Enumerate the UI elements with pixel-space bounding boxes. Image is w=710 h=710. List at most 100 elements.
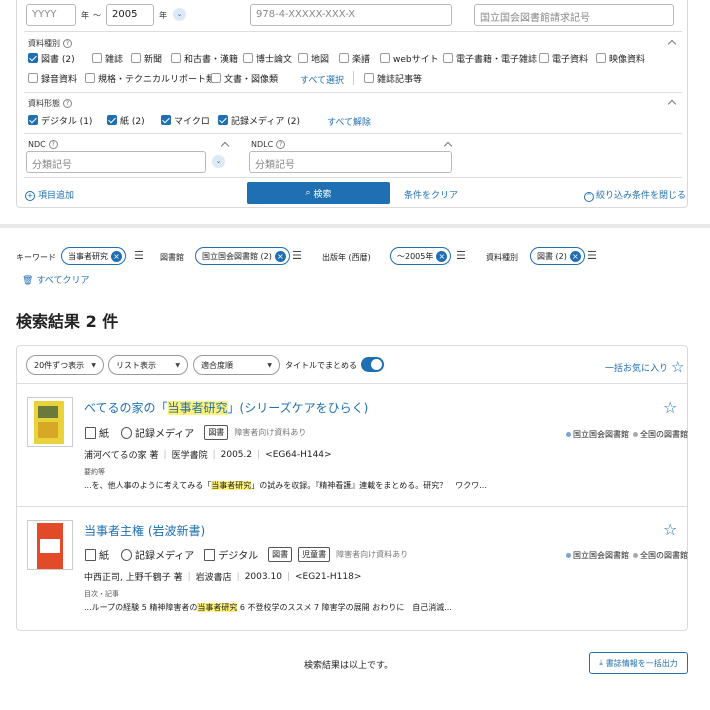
material-type-electronic-checkbox[interactable]: 電子資料 — [539, 52, 588, 65]
type-tag: 図書 — [204, 425, 229, 440]
disc-icon — [121, 548, 132, 561]
end-of-results-message: 検索結果は以上です。 — [304, 661, 394, 671]
snippet-label: 要約等 — [84, 468, 105, 476]
result-snippet: ...を、他人事のように考えてみる「当事者研究」の試みを収録。『精神看護』連載を… — [84, 481, 487, 490]
remove-filter-icon: × — [274, 250, 286, 262]
material-form-digital-checkbox[interactable]: デジタル (1) — [28, 114, 92, 127]
material-type-music-checkbox[interactable]: 楽譜 — [339, 52, 370, 65]
view-mode-select[interactable]: リスト表示 ▼ — [108, 355, 188, 375]
result-title[interactable]: 当事者主権 (岩波新書) — [84, 522, 205, 539]
disc-icon — [121, 426, 132, 439]
year-to-unit: 年 — [159, 11, 167, 20]
material-form-label: 資料形態? — [28, 98, 72, 109]
close-filters-button[interactable]: ^ 絞り込み条件を閉じる — [584, 188, 686, 202]
clear-all-filters-button[interactable]: 🗑 すべてクリア — [22, 273, 89, 286]
ndlc-label: NDLC? — [251, 140, 286, 149]
divider — [17, 383, 687, 384]
ndc-dropdown-icon[interactable]: ⌄ — [212, 155, 225, 168]
material-form-paper-checkbox[interactable]: 紙 (2) — [107, 114, 145, 127]
filter-settings-icon[interactable]: ☰ — [456, 249, 466, 262]
result-bib-row: 浦河べてるの家 著 | 医学書院 | 2005.2 | <EG64-H144> — [84, 449, 332, 462]
divider — [17, 506, 687, 507]
material-type-reports-checkbox[interactable]: 規格・テクニカルリポート類 — [85, 72, 215, 85]
plus-circle-icon: + — [25, 191, 35, 201]
material-type-ebooks-checkbox[interactable]: 電子書籍・電子雑誌 — [443, 52, 537, 65]
help-icon: ? — [63, 39, 72, 48]
material-type-documents-checkbox[interactable]: 文書・図像類 — [211, 72, 278, 85]
material-type-audio-checkbox[interactable]: 録音資料 — [28, 72, 77, 85]
material-type-theses-checkbox[interactable]: 博士論文 — [243, 52, 292, 65]
divider — [24, 133, 682, 134]
book-cover-thumbnail[interactable] — [27, 520, 73, 570]
group-by-title-toggle[interactable] — [361, 357, 384, 372]
type-tag: 図書 — [268, 547, 293, 562]
year-from-unit: 年 — [81, 11, 89, 20]
year-to-input[interactable]: 2005 — [106, 4, 154, 26]
material-form-micro-checkbox[interactable]: マイクロ — [161, 114, 210, 127]
filter-type-label: 資料種別 — [486, 253, 518, 262]
filter-settings-icon[interactable]: ☰ — [134, 249, 144, 262]
snippet-label: 目次・記事 — [84, 590, 119, 598]
help-icon: ? — [276, 140, 286, 149]
material-type-magazines-checkbox[interactable]: 雑誌 — [92, 52, 123, 65]
divider — [24, 31, 682, 32]
book-cover-thumbnail[interactable] — [27, 397, 73, 447]
material-type-video-checkbox[interactable]: 映像資料 — [596, 52, 645, 65]
bookmark-star-icon[interactable]: ☆ — [663, 522, 677, 538]
remove-filter-icon: × — [436, 250, 448, 262]
bookmark-star-icon[interactable]: ☆ — [663, 400, 677, 416]
ndc-input[interactable]: 分類記号 — [26, 151, 206, 173]
star-icon: ☆ — [671, 358, 685, 376]
filter-library-label: 図書館 — [160, 253, 184, 262]
result-snippet: ...ループの経験 5 精神障害者の当事者研究 6 不登校学のススメ 7 障害学… — [84, 603, 452, 612]
filter-library-pill[interactable]: 国立国会図書館 (2) × — [195, 247, 290, 265]
filter-year-label: 出版年 (西暦) — [322, 253, 371, 262]
material-type-articles-checkbox[interactable]: 雑誌記事等 — [364, 72, 422, 85]
per-page-select[interactable]: 20件ずつ表示 ▼ — [26, 355, 104, 375]
type-tag: 児童書 — [298, 547, 331, 562]
select-all-link[interactable]: すべて選択 — [300, 73, 344, 86]
material-type-old-books-checkbox[interactable]: 和古書・漢籍 — [171, 52, 238, 65]
search-button[interactable]: ⌕ 検索 — [247, 182, 390, 204]
digital-icon — [204, 548, 216, 561]
add-field-button[interactable]: + 項目追加 — [25, 188, 74, 201]
accessibility-note: 障害者向け資料あり — [336, 550, 409, 559]
filter-year-pill[interactable]: 〜2005年 × — [390, 247, 452, 265]
filter-type-pill[interactable]: 図書 (2) × — [530, 247, 585, 265]
group-by-title-label: タイトルでまとめる — [285, 361, 357, 370]
ndc-label: NDC? — [28, 140, 58, 149]
sort-select[interactable]: 適合度順 ▼ — [193, 355, 280, 375]
material-form-media-checkbox[interactable]: 記録メディア (2) — [218, 114, 300, 127]
material-type-label: 資料種別? — [28, 38, 72, 49]
call-number-input[interactable]: 国立国会図書館請求記号 — [474, 4, 674, 26]
clear-conditions-button[interactable]: 条件をクリア — [404, 188, 458, 201]
paper-icon — [85, 548, 96, 561]
filter-keyword-label: キーワード — [16, 253, 56, 262]
holdings-info: 国立国会図書館 全国の図書館 — [566, 429, 688, 440]
help-icon: ? — [63, 99, 72, 108]
material-type-newspapers-checkbox[interactable]: 新聞 — [131, 52, 162, 65]
year-range-separator: 〜 — [93, 11, 101, 20]
help-icon: ? — [48, 140, 58, 149]
remove-filter-icon: × — [111, 250, 122, 262]
material-type-books-checkbox[interactable]: 図書 (2) — [28, 52, 75, 65]
year-from-input[interactable]: YYYY — [26, 4, 76, 26]
ndlc-input[interactable]: 分類記号 — [249, 151, 452, 173]
deselect-all-link[interactable]: すべて解除 — [327, 115, 371, 128]
material-type-maps-checkbox[interactable]: 地図 — [298, 52, 329, 65]
divider — [24, 177, 682, 178]
filter-settings-icon[interactable]: ☰ — [587, 249, 597, 262]
accessibility-note: 障害者向け資料あり — [234, 428, 307, 437]
filter-keyword-pill[interactable]: 当事者研究 × — [61, 247, 126, 265]
year-dropdown-icon[interactable]: ⌄ — [173, 8, 186, 21]
isbn-input[interactable]: 978-4-XXXXX-XXX-X — [250, 4, 452, 26]
export-button[interactable]: ⤓ 書誌情報を一括出力 — [589, 652, 688, 674]
remove-filter-icon: × — [569, 250, 581, 262]
result-title[interactable]: べてるの家の「当事者研究」(シリーズケアをひらく) — [84, 399, 368, 416]
bookmark-all-button[interactable]: 一括お気に入り ☆ — [605, 358, 684, 376]
material-type-websites-checkbox[interactable]: webサイト — [380, 52, 439, 65]
trash-icon: 🗑 — [22, 276, 34, 286]
result-bib-row: 中西正司, 上野千鶴子 著 | 岩波書店 | 2003.10 | <EG21-H118… — [84, 571, 362, 584]
filter-settings-icon[interactable]: ☰ — [292, 249, 302, 262]
holdings-info: 国立国会図書館 全国の図書館 — [566, 550, 688, 561]
